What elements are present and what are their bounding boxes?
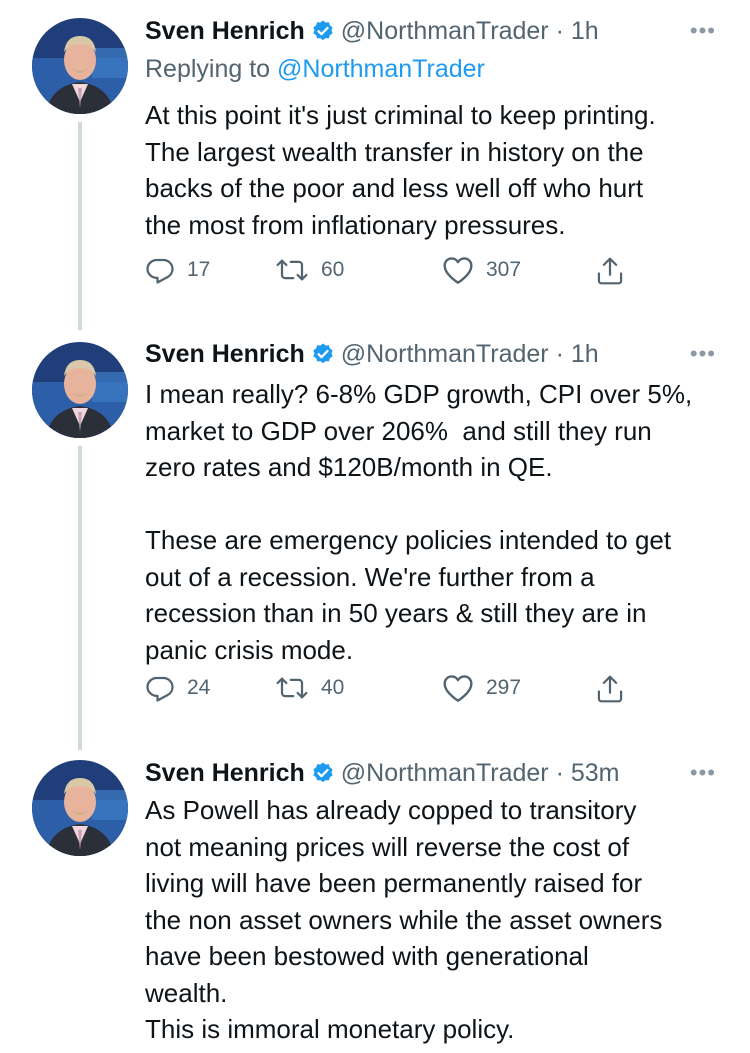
tweet-actions: 17 60 307: [145, 255, 645, 289]
author-name[interactable]: Sven Henrich: [145, 759, 305, 787]
more-options-icon[interactable]: •••: [690, 756, 716, 790]
share-icon: [597, 675, 623, 703]
reply-count: 17: [187, 258, 211, 281]
retweet-count: 40: [321, 676, 345, 699]
tweet-text: At this point it's just criminal to keep…: [145, 100, 656, 240]
reply-count: 24: [187, 676, 211, 699]
verified-badge-icon: [311, 341, 335, 375]
tweet-3[interactable]: Sven Henrich @NorthmanTrader · 53m ••• As…: [0, 750, 750, 1053]
like-count: 297: [486, 676, 522, 699]
heart-icon: [443, 257, 473, 284]
reply-button[interactable]: 24: [145, 673, 210, 703]
replying-to: Replying to @NorthmanTrader: [145, 52, 485, 86]
reply-button[interactable]: 17: [145, 255, 210, 285]
replying-to-handle[interactable]: @NorthmanTrader: [277, 55, 485, 83]
retweet-button[interactable]: 40: [275, 673, 344, 703]
like-button[interactable]: 307: [442, 255, 521, 285]
tweet-header: Sven Henrich @NorthmanTrader · 53m •••: [145, 756, 750, 790]
retweet-button[interactable]: 60: [275, 255, 344, 285]
separator-dot: ·: [548, 17, 571, 45]
tweet-header: Sven Henrich @NorthmanTrader · 1h •••: [145, 14, 750, 48]
tweet-1[interactable]: Sven Henrich @NorthmanTrader · 1h ••• Rep…: [0, 0, 750, 330]
timestamp[interactable]: 1h: [571, 17, 599, 45]
share-button[interactable]: [595, 255, 637, 287]
share-icon: [597, 257, 623, 285]
tweet-header: Sven Henrich @NorthmanTrader · 1h •••: [145, 337, 750, 371]
verified-badge-icon: [311, 18, 335, 52]
author-name[interactable]: Sven Henrich: [145, 17, 305, 45]
like-button[interactable]: 297: [442, 673, 521, 703]
retweet-count: 60: [321, 258, 345, 281]
avatar[interactable]: [32, 342, 128, 438]
tweet-actions: 24 40 297: [145, 673, 645, 707]
author-handle[interactable]: @NorthmanTrader: [341, 340, 549, 368]
thread-line: [78, 446, 82, 750]
separator-dot: ·: [548, 340, 571, 368]
avatar[interactable]: [32, 18, 128, 114]
retweet-icon: [276, 259, 308, 281]
more-options-icon[interactable]: •••: [690, 14, 716, 48]
author-name[interactable]: Sven Henrich: [145, 340, 305, 368]
retweet-icon: [276, 677, 308, 699]
separator-dot: ·: [548, 759, 571, 787]
author-handle[interactable]: @NorthmanTrader: [341, 17, 549, 45]
replying-to-label: Replying to: [145, 55, 271, 83]
verified-badge-icon: [311, 760, 335, 794]
reply-icon: [146, 258, 174, 284]
tweet-2[interactable]: Sven Henrich @NorthmanTrader · 1h ••• I m…: [0, 330, 750, 750]
share-button[interactable]: [595, 673, 637, 705]
thread-line: [78, 122, 82, 330]
timestamp[interactable]: 53m: [571, 759, 620, 787]
tweet-text: I mean really? 6-8% GDP growth, CPI over…: [145, 379, 693, 665]
timestamp[interactable]: 1h: [571, 340, 599, 368]
like-count: 307: [486, 258, 522, 281]
more-options-icon[interactable]: •••: [690, 337, 716, 371]
reply-icon: [146, 676, 174, 702]
avatar[interactable]: [32, 760, 128, 856]
author-handle[interactable]: @NorthmanTrader: [341, 759, 549, 787]
heart-icon: [443, 675, 473, 702]
tweet-text: As Powell has already copped to transito…: [145, 795, 663, 1044]
